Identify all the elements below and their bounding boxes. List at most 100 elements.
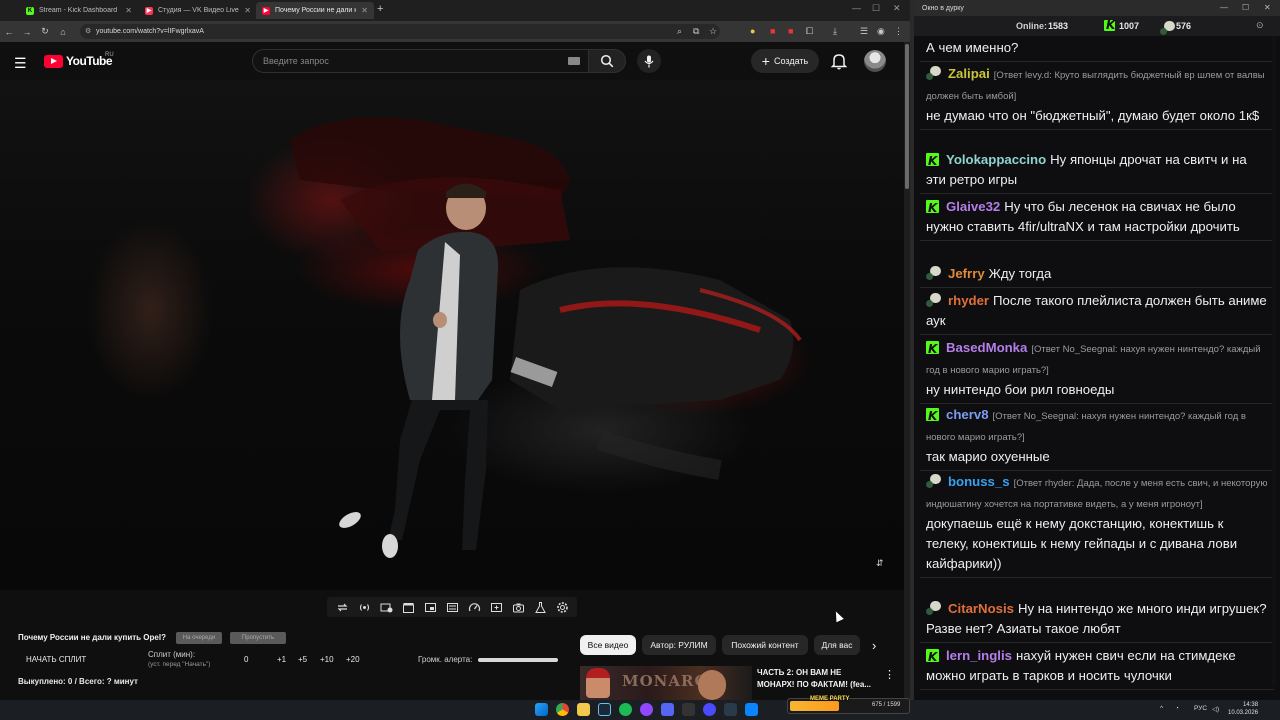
back-icon[interactable]: ← xyxy=(0,27,18,37)
file-explorer-icon[interactable] xyxy=(577,703,590,716)
sidebar-icon[interactable]: ☰ xyxy=(860,26,868,37)
translate-icon[interactable]: ⇵ xyxy=(876,556,889,569)
alert-volume-slider[interactable] xyxy=(478,658,558,662)
video-player[interactable] xyxy=(0,80,904,590)
chat-username[interactable]: lern_inglis xyxy=(946,648,1012,663)
app-icon[interactable] xyxy=(682,703,695,716)
queue-badge[interactable]: На очереди xyxy=(176,632,222,644)
add-10-minutes-button[interactable]: +10 xyxy=(320,655,334,664)
forward-icon[interactable]: → xyxy=(18,27,36,37)
chip-for-you[interactable]: Для вас xyxy=(814,635,860,655)
picture-in-picture-icon[interactable] xyxy=(424,601,437,614)
page-scrollbar-thumb[interactable] xyxy=(905,44,909,189)
add-1-minute-button[interactable]: +1 xyxy=(277,655,286,664)
chip-related[interactable]: Похожий контент xyxy=(722,635,808,655)
steam-icon[interactable] xyxy=(598,703,611,716)
notifications-bell-icon[interactable] xyxy=(830,52,848,70)
youtube-logo[interactable]: YouTube xyxy=(44,54,113,68)
search-button[interactable] xyxy=(588,49,626,73)
discord-icon[interactable] xyxy=(661,703,674,716)
app-icon[interactable] xyxy=(745,703,758,716)
browser-menu-icon[interactable]: ⋮ xyxy=(894,26,903,37)
chat-scrollbar[interactable] xyxy=(1272,36,1276,686)
minimize-icon[interactable]: — xyxy=(852,3,861,13)
watch-later-icon[interactable] xyxy=(380,601,393,614)
chat-username[interactable]: Zalipai xyxy=(948,66,990,81)
chrome-icon[interactable] xyxy=(556,703,569,716)
spotify-icon[interactable] xyxy=(619,703,632,716)
maximize-icon[interactable]: ☐ xyxy=(1242,3,1249,12)
create-button[interactable]: + Создать xyxy=(751,49,819,73)
profile-icon[interactable]: ◉ xyxy=(877,26,885,37)
minimize-icon[interactable]: — xyxy=(1220,3,1228,12)
browser-tab-kick[interactable]: K Stream - Kick Dashboard ✕ xyxy=(20,2,138,19)
new-tab-icon[interactable]: + xyxy=(377,3,383,15)
user-avatar[interactable] xyxy=(864,50,886,72)
add-clip-icon[interactable] xyxy=(490,601,503,614)
chat-username[interactable]: Yolokappaccino xyxy=(946,152,1046,167)
chip-all-videos[interactable]: Все видео xyxy=(580,635,636,655)
close-window-icon[interactable]: ✕ xyxy=(1264,3,1271,12)
chat-username[interactable]: BasedMonka xyxy=(946,340,1027,355)
maximize-icon[interactable]: ☐ xyxy=(872,3,880,14)
chat-username[interactable]: bonuss_s xyxy=(948,474,1010,489)
chip-author[interactable]: Автор: РУЛИМ xyxy=(642,635,716,655)
keyboard-icon[interactable] xyxy=(568,57,580,65)
site-info-icon[interactable]: ⚙ xyxy=(85,27,91,35)
address-bar[interactable]: ⚙ youtube.com/watch?v=lIFwgrlxavA xyxy=(80,24,720,39)
camera-icon[interactable] xyxy=(512,601,525,614)
more-options-icon[interactable]: ⋮ xyxy=(884,668,895,681)
broadcast-icon[interactable] xyxy=(358,601,371,614)
extension-icon[interactable]: ■ xyxy=(770,26,775,36)
clock[interactable]: 14:38 10.03.2026 xyxy=(1228,701,1258,717)
network-icon[interactable]: ◔ xyxy=(1175,705,1179,712)
extension-icon[interactable]: ● xyxy=(750,26,755,36)
app-icon[interactable] xyxy=(703,703,716,716)
add-5-minutes-button[interactable]: +5 xyxy=(298,655,307,664)
language-indicator[interactable]: РУС xyxy=(1194,705,1207,712)
extensions-puzzle-icon[interactable]: ⧠ xyxy=(806,26,813,37)
settings-gear-icon[interactable] xyxy=(556,601,569,614)
volume-icon[interactable]: ◁) xyxy=(1212,705,1219,713)
chat-messages[interactable]: А чем именно? Zalipai [Ответ levy.d: Круто… xyxy=(920,36,1274,700)
chat-username[interactable]: Jefrry xyxy=(948,266,985,281)
reload-icon[interactable]: ↻ xyxy=(36,26,54,37)
add-20-minutes-button[interactable]: +20 xyxy=(346,655,360,664)
recommended-video-title[interactable]: ЧАСТЬ 2: ОН ВАМ НЕ МОНАРХ! ПО ФАКТАМ! (f… xyxy=(757,667,881,691)
playlist-icon[interactable] xyxy=(446,601,459,614)
search-input[interactable]: Введите запрос xyxy=(252,49,590,73)
close-tab-icon[interactable]: ✕ xyxy=(244,6,251,15)
home-icon[interactable]: ⌂ xyxy=(54,27,72,37)
browser-tab-youtube[interactable]: ▶ Почему России не дали купи... ✕ xyxy=(256,2,374,19)
obs-icon[interactable] xyxy=(640,703,653,716)
flask-icon[interactable] xyxy=(534,601,547,614)
close-window-icon[interactable]: ✕ xyxy=(893,3,901,14)
browser-tab-vk[interactable]: ▶ Студия — VK Видео Live ✕ xyxy=(139,2,257,19)
start-icon[interactable] xyxy=(535,703,548,716)
start-split-button[interactable]: НАЧАТЬ СПЛИТ xyxy=(26,655,86,664)
cast-icon[interactable]: ⧉ xyxy=(693,26,699,37)
close-tab-icon[interactable]: ✕ xyxy=(361,6,368,15)
tray-chevron-icon[interactable]: ^ xyxy=(1160,705,1163,712)
zoom-icon[interactable]: ⌕ xyxy=(677,26,682,37)
chat-username[interactable]: CitarNosis xyxy=(948,601,1014,616)
clapperboard-icon[interactable] xyxy=(402,601,415,614)
chat-username[interactable]: rhyder xyxy=(948,293,989,308)
settings-icon[interactable]: ⊙ xyxy=(1256,20,1264,31)
bookmark-star-icon[interactable]: ☆ xyxy=(709,26,717,37)
extension-icon[interactable]: ■ xyxy=(788,26,793,36)
online-label: Online: xyxy=(1016,21,1047,31)
split-minutes-value[interactable]: 0 xyxy=(244,655,248,664)
chevron-right-icon[interactable]: › xyxy=(872,638,876,653)
voice-search-button[interactable] xyxy=(637,49,661,73)
close-tab-icon[interactable]: ✕ xyxy=(125,6,132,15)
speedometer-icon[interactable] xyxy=(468,601,481,614)
download-icon[interactable]: ⤓ xyxy=(833,26,837,37)
skip-button[interactable]: Пропустить xyxy=(230,632,286,644)
chat-username[interactable]: Glaive32 xyxy=(946,199,1000,214)
loop-icon[interactable] xyxy=(336,601,349,614)
chat-username[interactable]: cherv8 xyxy=(946,407,989,422)
recommended-video-thumbnail[interactable]: MONARCH xyxy=(580,666,752,700)
app-icon[interactable] xyxy=(724,703,737,716)
hamburger-menu-icon[interactable]: ☰ xyxy=(14,55,27,72)
